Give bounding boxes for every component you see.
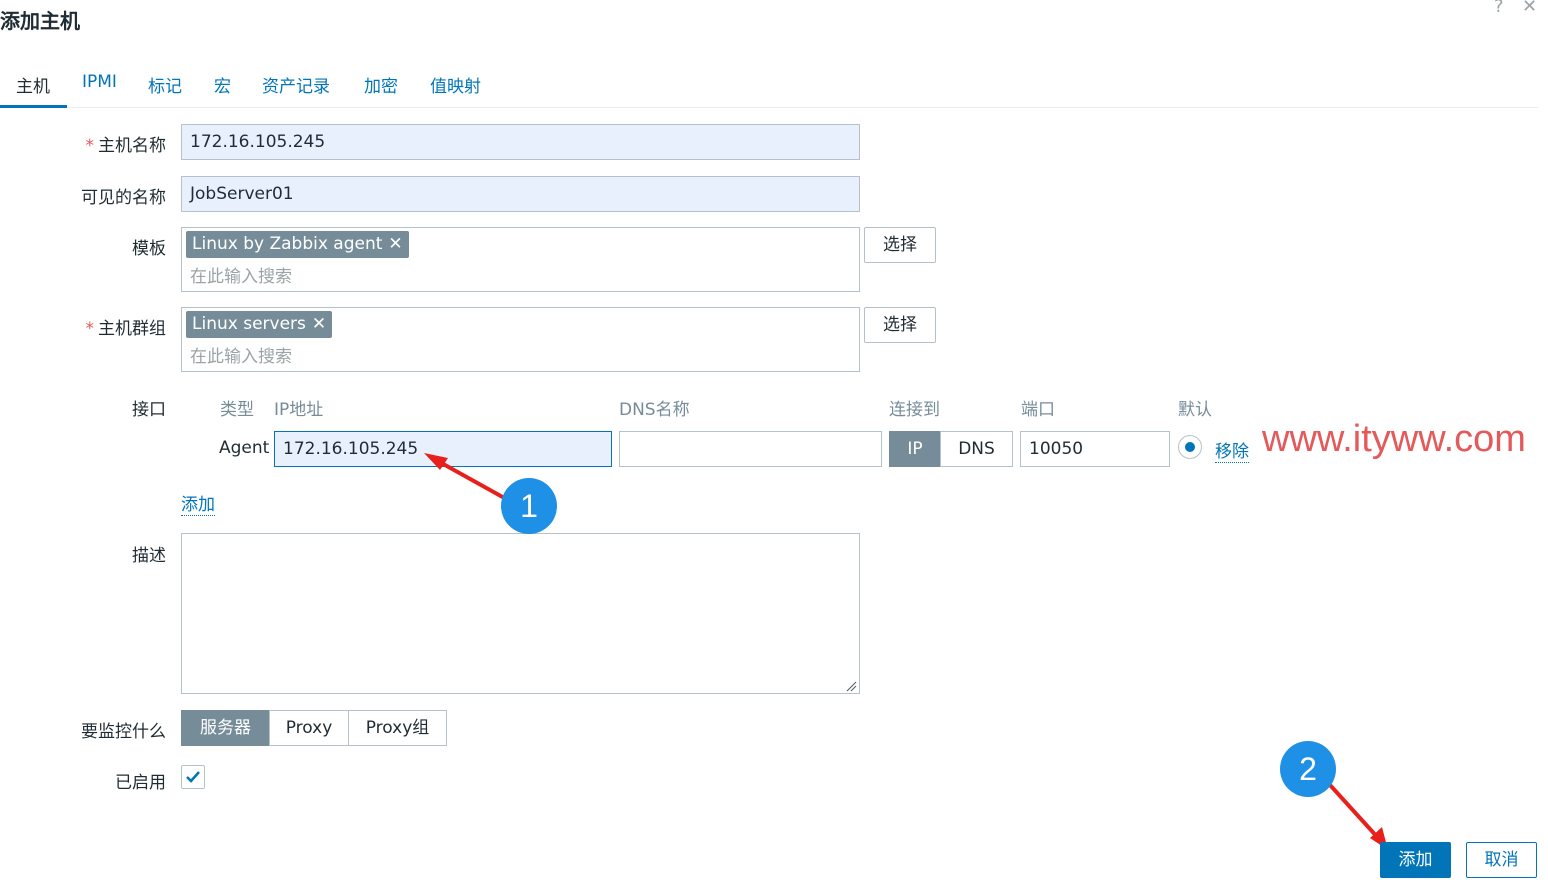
cancel-button[interactable]: 取消 (1466, 842, 1537, 878)
chip-remove-icon[interactable]: ✕ (312, 314, 326, 334)
tab-macros[interactable]: 宏 (214, 72, 231, 108)
col-connect-to: 连接到 (889, 400, 940, 420)
tab-tags[interactable]: 标记 (148, 72, 182, 108)
arrow-2-line (1328, 783, 1382, 842)
host-name-input[interactable]: 172.16.105.245 (181, 124, 860, 160)
interface-ip-input[interactable]: 172.16.105.245 (274, 431, 612, 467)
enabled-checkbox[interactable] (181, 765, 205, 789)
add-button[interactable]: 添加 (1380, 842, 1451, 878)
interfaces-label: 接口 (132, 400, 166, 420)
host-name-label: * 主机名称 (0, 131, 167, 156)
host-name-label-text: 主机名称 (98, 136, 166, 156)
description-textarea[interactable] (181, 533, 860, 694)
required-mark: * (85, 136, 95, 156)
visible-name-label: 可见的名称 (81, 188, 166, 208)
templates-select-button[interactable]: 选择 (864, 227, 936, 263)
group-chip-label: Linux servers (192, 314, 306, 334)
interface-dns-input[interactable] (619, 431, 882, 467)
col-port: 端口 (1021, 400, 1055, 420)
add-interface-link[interactable]: 添加 (181, 490, 215, 516)
watermark-text: www.ityww.com (1262, 418, 1526, 460)
interface-port-input[interactable]: 10050 (1020, 431, 1170, 467)
enabled-label: 已启用 (115, 773, 166, 793)
required-mark: * (85, 319, 95, 339)
templates-search-input[interactable]: 在此输入搜索 (190, 262, 292, 287)
tab-encryption[interactable]: 加密 (364, 72, 398, 108)
connect-dns-toggle[interactable]: DNS (940, 431, 1013, 467)
close-icon[interactable]: ✕ (1522, 0, 1537, 17)
visible-name-input[interactable]: JobServer01 (181, 176, 860, 212)
step-2-badge: 2 (1280, 741, 1336, 797)
templates-multiselect[interactable]: Linux by Zabbix agent ✕ 在此输入搜索 (181, 227, 860, 292)
host-groups-label: * 主机群组 (0, 314, 167, 339)
col-ip: IP地址 (274, 400, 324, 420)
template-chip-label: Linux by Zabbix agent (192, 234, 383, 254)
groups-select-button[interactable]: 选择 (864, 307, 936, 343)
tab-inventory[interactable]: 资产记录 (262, 72, 330, 108)
monitor-proxy-option[interactable]: Proxy (269, 710, 349, 746)
groups-search-input[interactable]: 在此输入搜索 (190, 342, 292, 367)
checkmark-icon (186, 771, 200, 783)
col-type: 类型 (220, 400, 254, 420)
monitor-proxy-group-option[interactable]: Proxy组 (348, 710, 447, 746)
tab-bar: 主机 IPMI 标记 宏 资产记录 加密 值映射 (0, 72, 1538, 108)
question-icon[interactable]: ? (1494, 0, 1504, 17)
remove-interface-link[interactable]: 移除 (1215, 437, 1249, 463)
monitor-server-option[interactable]: 服务器 (181, 710, 270, 746)
col-dns: DNS名称 (619, 400, 690, 420)
interface-type: Agent (219, 438, 270, 458)
description-label: 描述 (132, 546, 166, 566)
radio-dot-icon (1185, 442, 1195, 452)
col-default: 默认 (1178, 400, 1212, 420)
chip-remove-icon[interactable]: ✕ (388, 234, 402, 254)
connect-ip-toggle[interactable]: IP (889, 431, 941, 467)
default-interface-radio[interactable] (1178, 435, 1202, 459)
monitor-label: 要监控什么 (81, 722, 166, 742)
resize-handle-icon[interactable] (846, 681, 857, 692)
host-groups-label-text: 主机群组 (98, 319, 166, 339)
dialog-title: 添加主机 (0, 9, 80, 33)
templates-label: 模板 (132, 239, 166, 259)
group-chip: Linux servers ✕ (186, 311, 333, 338)
tab-ipmi[interactable]: IPMI (82, 72, 117, 108)
tab-value-mapping[interactable]: 值映射 (430, 72, 481, 108)
template-chip: Linux by Zabbix agent ✕ (186, 231, 409, 258)
tab-host[interactable]: 主机 (0, 72, 67, 108)
step-1-badge: 1 (501, 478, 557, 534)
host-groups-multiselect[interactable]: Linux servers ✕ 在此输入搜索 (181, 307, 860, 372)
